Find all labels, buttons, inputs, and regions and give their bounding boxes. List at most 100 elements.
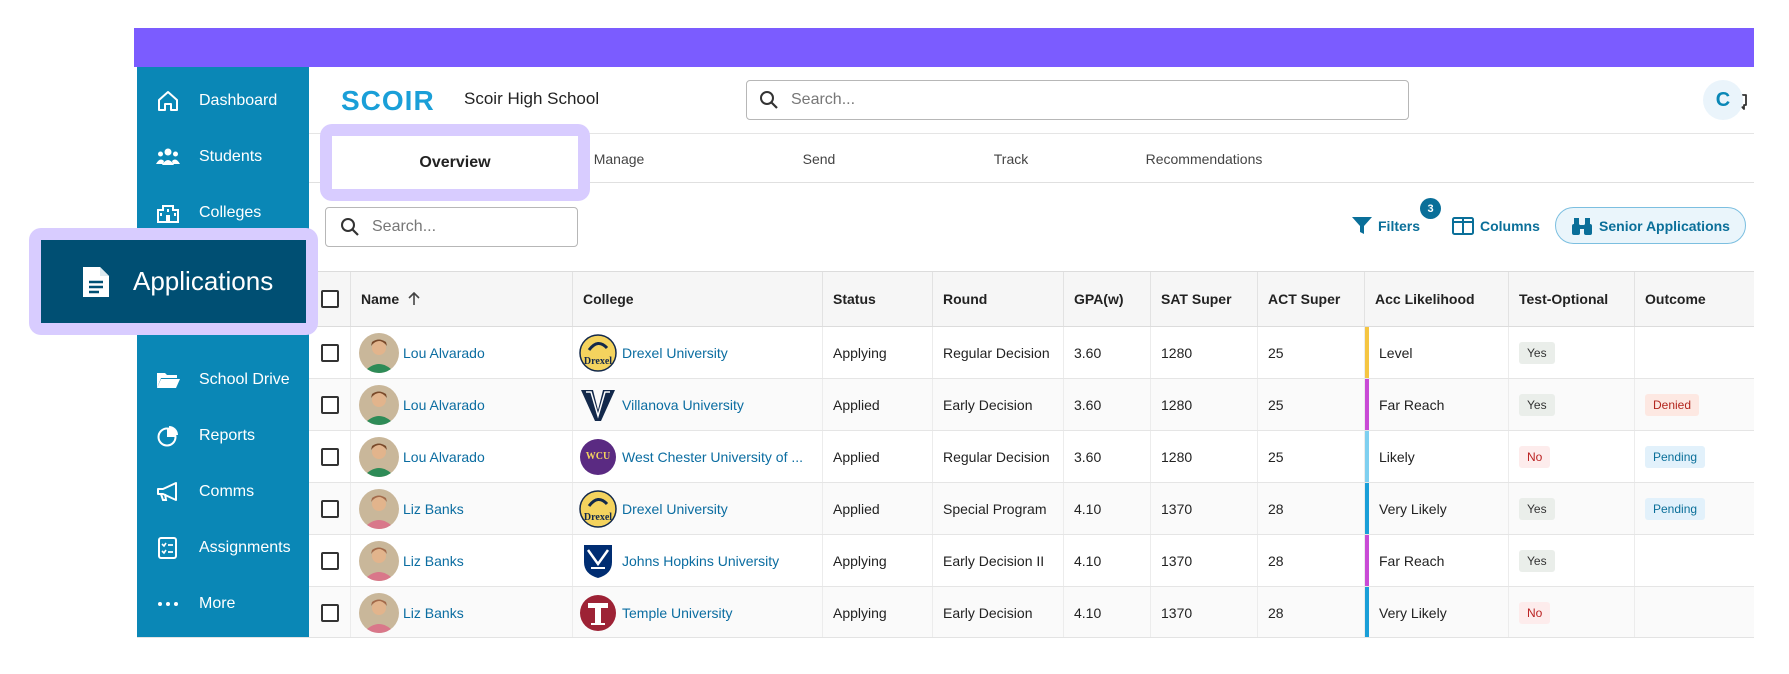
senior-applications-label: Senior Applications [1599, 217, 1730, 234]
scoir-logo[interactable]: SCOIR [341, 82, 443, 118]
sidebar-item-assignments[interactable]: Assignments [137, 528, 309, 568]
row-checkbox[interactable] [321, 603, 339, 622]
sidebar-item-applications[interactable]: Applications [41, 240, 306, 323]
sidebar: Dashboard Students Colleges School Drive… [137, 67, 309, 637]
student-name-link[interactable]: Liz Banks [403, 501, 464, 517]
cell-outcome [1635, 535, 1754, 586]
global-search[interactable] [746, 80, 1409, 120]
svg-text:Drexel: Drexel [584, 512, 612, 523]
tab-recommendations[interactable]: Recommendations [1079, 134, 1329, 183]
svg-text:WCU: WCU [586, 451, 610, 462]
student-avatar[interactable] [359, 332, 399, 373]
status-text: Applying [833, 344, 887, 361]
student-avatar[interactable] [359, 436, 399, 477]
college-name-link[interactable]: Drexel University [622, 501, 728, 517]
cell-act: 25 [1258, 431, 1365, 482]
table-search-input[interactable] [372, 218, 573, 236]
gpa-text: 3.60 [1074, 448, 1102, 465]
column-header-act[interactable]: ACT Super [1258, 272, 1365, 326]
column-header-test-optional[interactable]: Test-Optional [1509, 272, 1635, 326]
table-row[interactable]: Lou Alvarado WCU West Chester University o… [309, 431, 1754, 483]
student-name-link[interactable]: Liz Banks [403, 605, 464, 621]
tab-overview[interactable]: Overview [332, 136, 578, 189]
cell-likelihood: Likely [1365, 431, 1509, 482]
sidebar-item-comms[interactable]: Comms [137, 472, 309, 512]
sidebar-item-school-drive[interactable]: School Drive [137, 360, 309, 400]
jhu-logo [579, 542, 617, 580]
senior-applications-button[interactable]: Senior Applications [1555, 207, 1746, 244]
table-row[interactable]: Liz Banks Johns Hopkins University Applyin… [309, 535, 1754, 587]
drexel-logo: Drexel [579, 489, 617, 528]
student-name-link[interactable]: Lou Alvarado [403, 345, 485, 361]
column-header-likelihood[interactable]: Acc Likelihood [1365, 272, 1509, 326]
cell-name: Lou Alvarado [351, 327, 573, 378]
table-header: Name College Status Round GPA(w) SAT Sup… [309, 271, 1754, 327]
table-row[interactable]: Liz Banks Drexel Drexel University Applied S… [309, 483, 1754, 535]
user-avatar[interactable]: C [1703, 80, 1743, 120]
select-all-checkbox[interactable] [321, 290, 339, 308]
sat-text: 1280 [1161, 344, 1193, 361]
pie-chart-icon [155, 425, 181, 447]
cell-sat: 1280 [1151, 327, 1258, 378]
row-checkbox[interactable] [321, 343, 339, 362]
column-header-gpa[interactable]: GPA(w) [1064, 272, 1151, 326]
columns-button[interactable]: Columns [1452, 207, 1540, 245]
cell-status: Applied [823, 483, 933, 534]
column-header-round[interactable]: Round [933, 272, 1064, 326]
table-row[interactable]: Liz Banks Temple University Applying Early … [309, 587, 1754, 637]
sat-text: 1370 [1161, 500, 1193, 517]
sort-ascending-icon[interactable] [407, 292, 421, 306]
college-name-link[interactable]: Temple University [622, 605, 732, 621]
table-row[interactable]: Lou Alvarado Villanova University Applied E… [309, 379, 1754, 431]
global-search-input[interactable] [791, 91, 1320, 109]
cell-round: Early Decision [933, 379, 1064, 430]
filters-button[interactable]: Filters [1352, 207, 1420, 245]
filter-icon [1352, 217, 1372, 234]
row-checkbox[interactable] [321, 499, 339, 518]
cell-college: WCU West Chester University of ... [573, 431, 823, 482]
test-optional-badge: Yes [1519, 497, 1555, 520]
row-checkbox[interactable] [321, 395, 339, 414]
column-header-status[interactable]: Status [823, 272, 933, 326]
columns-icon [1452, 217, 1474, 235]
sidebar-item-colleges[interactable]: Colleges [137, 193, 309, 233]
student-avatar[interactable] [359, 540, 399, 581]
sidebar-item-students[interactable]: Students [137, 137, 309, 177]
act-text: 25 [1268, 344, 1284, 361]
temple-logo [579, 594, 617, 632]
college-name-link[interactable]: Drexel University [622, 345, 728, 361]
student-name-link[interactable]: Liz Banks [403, 553, 464, 569]
row-checkbox[interactable] [321, 447, 339, 466]
cell-act: 25 [1258, 379, 1365, 430]
status-text: Applied [833, 448, 880, 465]
sidebar-item-label: Reports [199, 427, 256, 444]
student-avatar[interactable] [359, 488, 399, 529]
cell-status: Applying [823, 535, 933, 586]
college-name-link[interactable]: Villanova University [622, 397, 744, 413]
student-avatar[interactable] [359, 592, 399, 633]
student-name-link[interactable]: Lou Alvarado [403, 397, 485, 413]
cell-status: Applied [823, 431, 933, 482]
cell-check [309, 535, 351, 586]
sidebar-item-dashboard[interactable]: Dashboard [137, 81, 309, 121]
tab-send[interactable]: Send [709, 134, 929, 183]
cell-name: Liz Banks [351, 587, 573, 637]
table-search[interactable] [325, 207, 578, 247]
column-header-name[interactable]: Name [351, 272, 573, 326]
sidebar-item-more[interactable]: More [137, 584, 309, 624]
table-row[interactable]: Lou Alvarado Drexel Drexel University Apply… [309, 327, 1754, 379]
college-name-link[interactable]: West Chester University of ... [622, 449, 803, 465]
likelihood-color-bar [1365, 327, 1369, 378]
checklist-icon [155, 537, 181, 559]
row-checkbox[interactable] [321, 551, 339, 570]
student-avatar[interactable] [359, 384, 399, 425]
student-name-link[interactable]: Lou Alvarado [403, 449, 485, 465]
column-header-sat[interactable]: SAT Super [1151, 272, 1258, 326]
column-header-outcome[interactable]: Outcome [1635, 272, 1754, 326]
filters-count-badge: 3 [1420, 198, 1441, 219]
college-name-link[interactable]: Johns Hopkins University [622, 553, 779, 569]
drexel-logo: Drexel [579, 333, 617, 372]
column-header-college[interactable]: College [573, 272, 823, 326]
sidebar-item-reports[interactable]: Reports [137, 416, 309, 456]
cell-likelihood: Far Reach [1365, 535, 1509, 586]
